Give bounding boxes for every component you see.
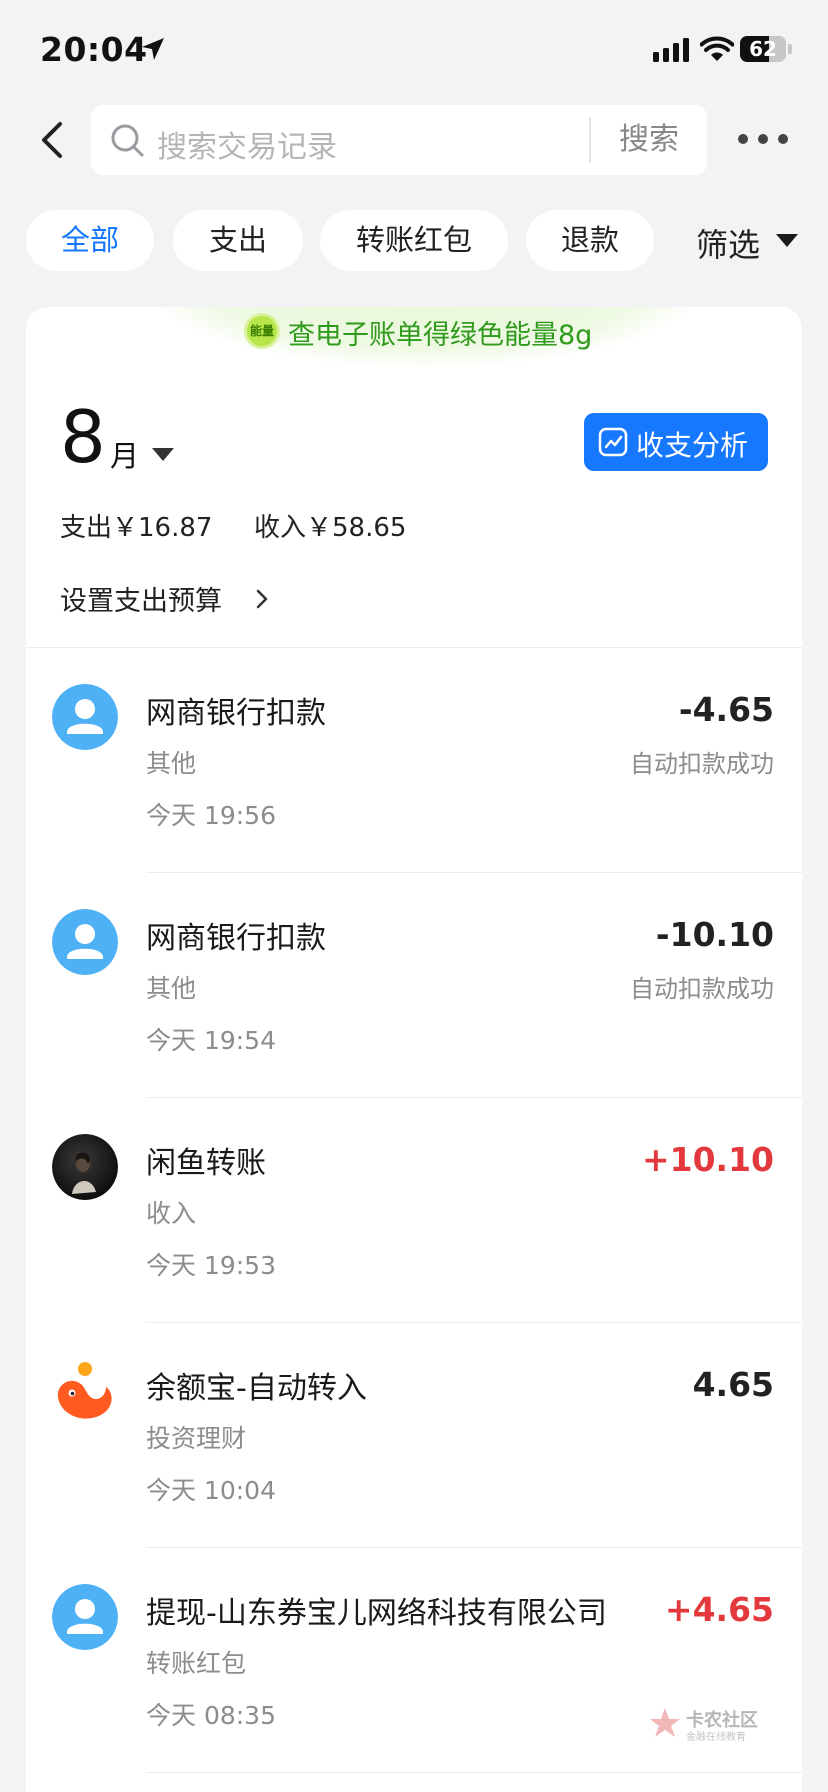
chevron-right-icon (256, 589, 268, 609)
transaction-amount: 4.65 (692, 1365, 774, 1404)
battery-percentage: 62 (749, 37, 777, 61)
search-icon (111, 124, 144, 157)
transaction-amount: -10.10 (655, 915, 774, 954)
analysis-label: 收支分析 (636, 429, 749, 462)
chip-transfer-redpacket[interactable]: 转账红包 (320, 210, 508, 271)
battery-body: 62 (740, 36, 786, 62)
caret-down-icon (776, 234, 798, 247)
more-dot-icon (778, 134, 788, 144)
chip-refund[interactable]: 退款 (526, 210, 654, 271)
location-arrow-icon (142, 38, 164, 60)
chart-trend-icon (598, 427, 628, 457)
default-user-icon (52, 909, 118, 975)
month-income-total: 收入￥58.65 (254, 513, 407, 543)
filter-chips: 全部 支出 转账红包 退款 筛选 (0, 210, 828, 272)
month-expense-total: 支出￥16.87 (60, 513, 213, 543)
more-dot-icon (738, 134, 748, 144)
transaction-category: 收入 (146, 1199, 197, 1228)
watermark-subtitle: 金融在线教育 (686, 1732, 746, 1743)
divider (146, 1772, 802, 1773)
transaction-name: 余额宝-自动转入 (146, 1371, 367, 1406)
yuebao-icon (52, 1359, 118, 1425)
budget-label: 设置支出预算 (60, 586, 222, 617)
transaction-name: 提现-山东券宝儿网络科技有限公司 (146, 1596, 607, 1631)
search-input[interactable]: 搜索交易记录 (157, 122, 337, 166)
cellular-signal-icon (653, 38, 689, 62)
filter-label: 筛选 (696, 226, 761, 264)
photo-avatar (52, 1134, 118, 1200)
transaction-time: 今天 19:54 (146, 1026, 276, 1055)
transaction-amount: +4.65 (664, 1590, 774, 1629)
transaction-amount: +10.10 (641, 1140, 774, 1179)
set-budget-link[interactable]: 设置支出预算 (60, 579, 268, 619)
transaction-row[interactable]: 闲鱼转账 收入 今天 19:53 +10.10 (26, 1098, 802, 1323)
transaction-status: 自动扣款成功 (630, 750, 774, 778)
watermark-emblem-icon (650, 1708, 680, 1737)
transaction-category: 其他 (146, 974, 197, 1003)
transaction-time: 今天 08:35 (146, 1701, 276, 1730)
transaction-status: 自动扣款成功 (630, 975, 774, 1003)
energy-banner[interactable]: 能量 查电子账单得绿色能量8g (26, 307, 802, 357)
transaction-name: 网商银行扣款 (146, 696, 326, 731)
transaction-name: 闲鱼转账 (146, 1146, 266, 1181)
battery-icon: 62 (740, 36, 792, 62)
transaction-category: 其他 (146, 749, 197, 778)
energy-badge-text: 能量 (249, 324, 274, 338)
energy-banner-text: 查电子账单得绿色能量8g (288, 320, 593, 351)
transaction-row[interactable]: 网商银行扣款 其他 今天 19:54 -10.10 自动扣款成功 (26, 873, 802, 1098)
search-bar[interactable]: 搜索交易记录 搜索 (91, 105, 707, 175)
status-bar: 20:04 62 (0, 0, 828, 100)
default-user-icon (52, 1584, 118, 1650)
transaction-time: 今天 10:04 (146, 1476, 276, 1505)
transaction-category: 投资理财 (146, 1424, 247, 1453)
transaction-time: 今天 19:53 (146, 1251, 276, 1280)
more-dot-icon (758, 134, 768, 144)
battery-tip (788, 44, 792, 54)
income-expense-analysis-button[interactable]: 收支分析 (584, 413, 768, 471)
transaction-category: 转账红包 (146, 1649, 247, 1678)
filter-button[interactable]: 筛选 (682, 210, 828, 272)
status-time: 20:04 (40, 30, 148, 69)
month-unit: 月 (110, 439, 140, 473)
month-number: 8 (60, 395, 106, 479)
wifi-icon (700, 36, 734, 61)
search-button[interactable]: 搜索 (591, 105, 707, 175)
transaction-name: 网商银行扣款 (146, 921, 326, 956)
back-arrow-icon[interactable] (30, 112, 80, 168)
watermark-logo: 卡农社区 金融在线教育 (648, 1702, 768, 1743)
chip-expense[interactable]: 支出 (173, 210, 303, 271)
bill-card: 能量 查电子账单得绿色能量8g 8 月 收支分析 支出￥16.87 收入￥58.… (26, 307, 802, 1792)
transaction-time: 今天 19:56 (146, 801, 276, 830)
chip-all[interactable]: 全部 (26, 210, 154, 271)
default-user-icon (52, 684, 118, 750)
more-options-button[interactable] (736, 124, 790, 154)
transaction-amount: -4.65 (678, 690, 774, 729)
transaction-row[interactable]: 余额宝-自动转入 投资理财 今天 10:04 4.65 (26, 1323, 802, 1548)
energy-badge-icon: 能量 (244, 313, 280, 349)
caret-down-icon (152, 448, 174, 461)
transaction-row[interactable]: 网商银行扣款 其他 今天 19:56 -4.65 自动扣款成功 (26, 648, 802, 873)
